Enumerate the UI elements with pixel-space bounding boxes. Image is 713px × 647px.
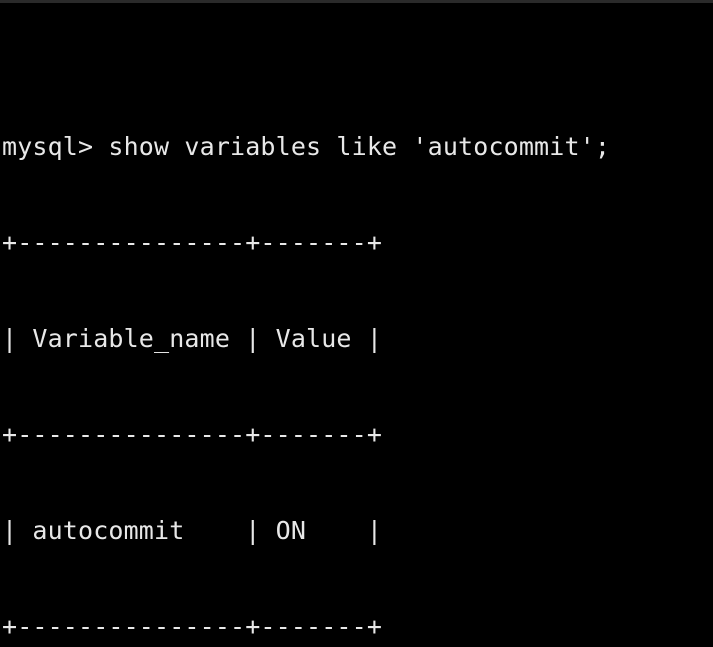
table-data-row: | autocommit | ON |: [2, 516, 383, 545]
table-border-mid: +---------------+-------+: [2, 420, 383, 449]
terminal-window[interactable]: mysql> show variables like 'autocommit';…: [0, 0, 713, 647]
command-line: mysql> show variables like 'autocommit';: [2, 132, 611, 161]
terminal-screen[interactable]: mysql> show variables like 'autocommit';…: [0, 3, 713, 647]
table-border-top: +---------------+-------+: [2, 228, 383, 257]
table-header-row: | Variable_name | Value |: [2, 324, 383, 353]
table-border-bottom: +---------------+-------+: [2, 612, 383, 641]
